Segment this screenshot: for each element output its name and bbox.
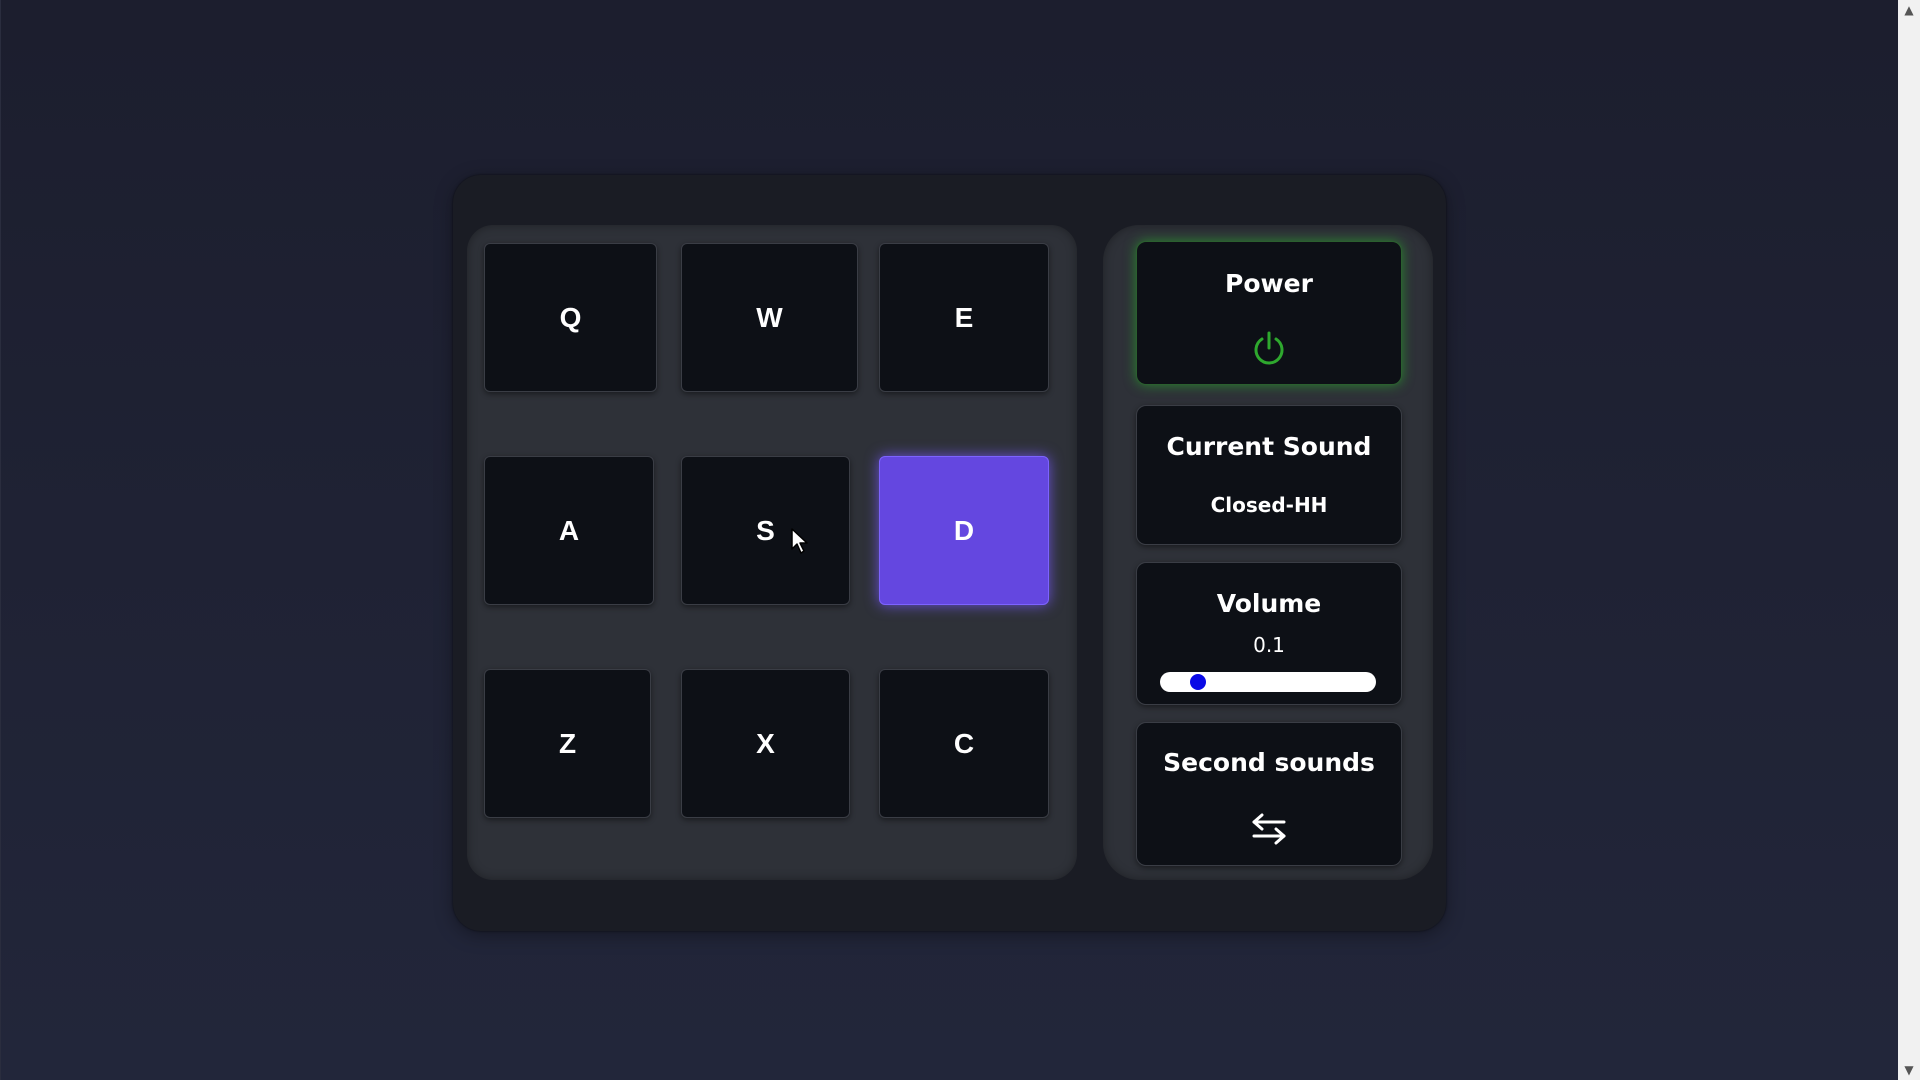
volume-control: Volume 0.1 bbox=[1136, 562, 1402, 705]
drum-pad-q[interactable]: Q bbox=[484, 243, 657, 392]
second-sounds-label: Second sounds bbox=[1163, 748, 1375, 777]
drum-pad-c[interactable]: C bbox=[879, 669, 1049, 818]
swap-arrows-icon bbox=[1137, 813, 1401, 845]
drum-machine: Q W E A S D Z X C Power Current Sound Cl… bbox=[453, 175, 1446, 931]
drum-pad-z[interactable]: Z bbox=[484, 669, 651, 818]
current-sound-label: Current Sound bbox=[1166, 432, 1372, 461]
volume-label: Volume bbox=[1216, 589, 1322, 618]
volume-value: 0.1 bbox=[1253, 633, 1285, 657]
power-icon bbox=[1137, 330, 1401, 368]
drum-pad-w[interactable]: W bbox=[681, 243, 858, 392]
drum-pad-e[interactable]: E bbox=[879, 243, 1049, 392]
power-button[interactable]: Power bbox=[1136, 241, 1402, 385]
volume-slider-thumb[interactable] bbox=[1189, 674, 1206, 690]
control-panel: Power Current Sound Closed-HH Volume 0.1… bbox=[1103, 225, 1433, 880]
current-sound-display: Current Sound Closed-HH bbox=[1136, 405, 1402, 545]
window-edge bbox=[0, 0, 1, 1080]
current-sound-value: Closed-HH bbox=[1210, 493, 1328, 517]
drum-pad-d[interactable]: D bbox=[879, 456, 1049, 605]
drum-pad-x[interactable]: X bbox=[681, 669, 850, 818]
volume-slider[interactable] bbox=[1160, 672, 1376, 692]
scroll-down-icon[interactable]: ▼ bbox=[1898, 1060, 1920, 1080]
scroll-up-icon[interactable]: ▲ bbox=[1898, 0, 1920, 20]
page-scrollbar[interactable]: ▲ ▼ bbox=[1898, 0, 1920, 1080]
second-sounds-button[interactable]: Second sounds bbox=[1136, 722, 1402, 866]
drum-pad-s[interactable]: S bbox=[681, 456, 850, 605]
drum-pad-a[interactable]: A bbox=[484, 456, 654, 605]
drum-pad-bank: Q W E A S D Z X C bbox=[467, 225, 1077, 880]
power-label: Power bbox=[1225, 269, 1313, 298]
